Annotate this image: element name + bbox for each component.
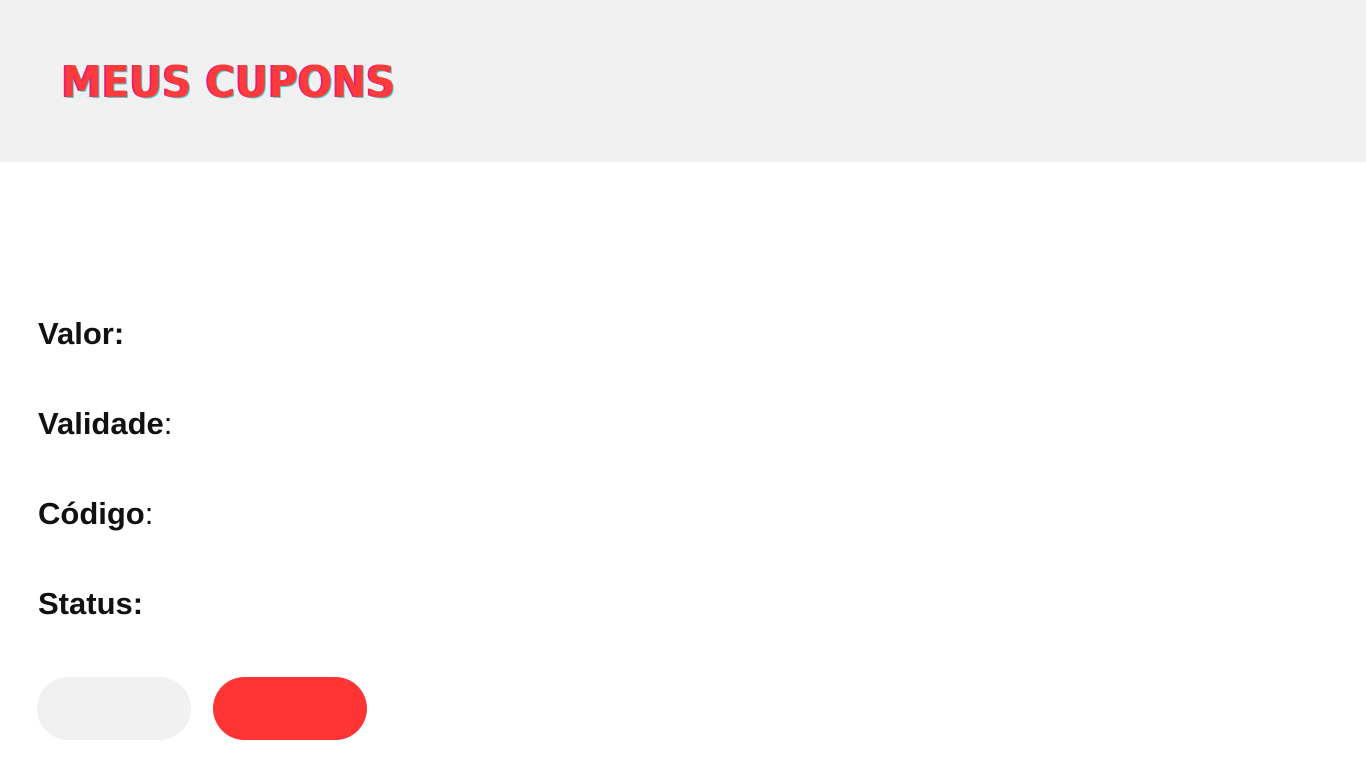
coupon-value-field: Valor: [38,314,124,354]
page-title: MEUS CUPONS [62,57,396,108]
coupon-status-label: Status [38,586,133,621]
coupon-code-colon: : [144,496,154,531]
coupon-status-colon: : [132,586,144,621]
coupon-value-label: Valor [38,316,114,351]
coupon-code-field: Código: [38,494,153,534]
page-header: MEUS CUPONS [0,0,1366,162]
coupon-code-label: Código [38,496,145,531]
coupon-status-field: Status: [38,584,143,624]
coupon-validity-colon: : [163,406,173,441]
coupon-value-colon: : [113,316,125,351]
primary-action-button[interactable] [213,677,367,740]
coupon-validity-field: Validade: [38,404,172,444]
secondary-action-button[interactable] [37,677,191,740]
coupon-validity-label: Validade [38,406,164,441]
